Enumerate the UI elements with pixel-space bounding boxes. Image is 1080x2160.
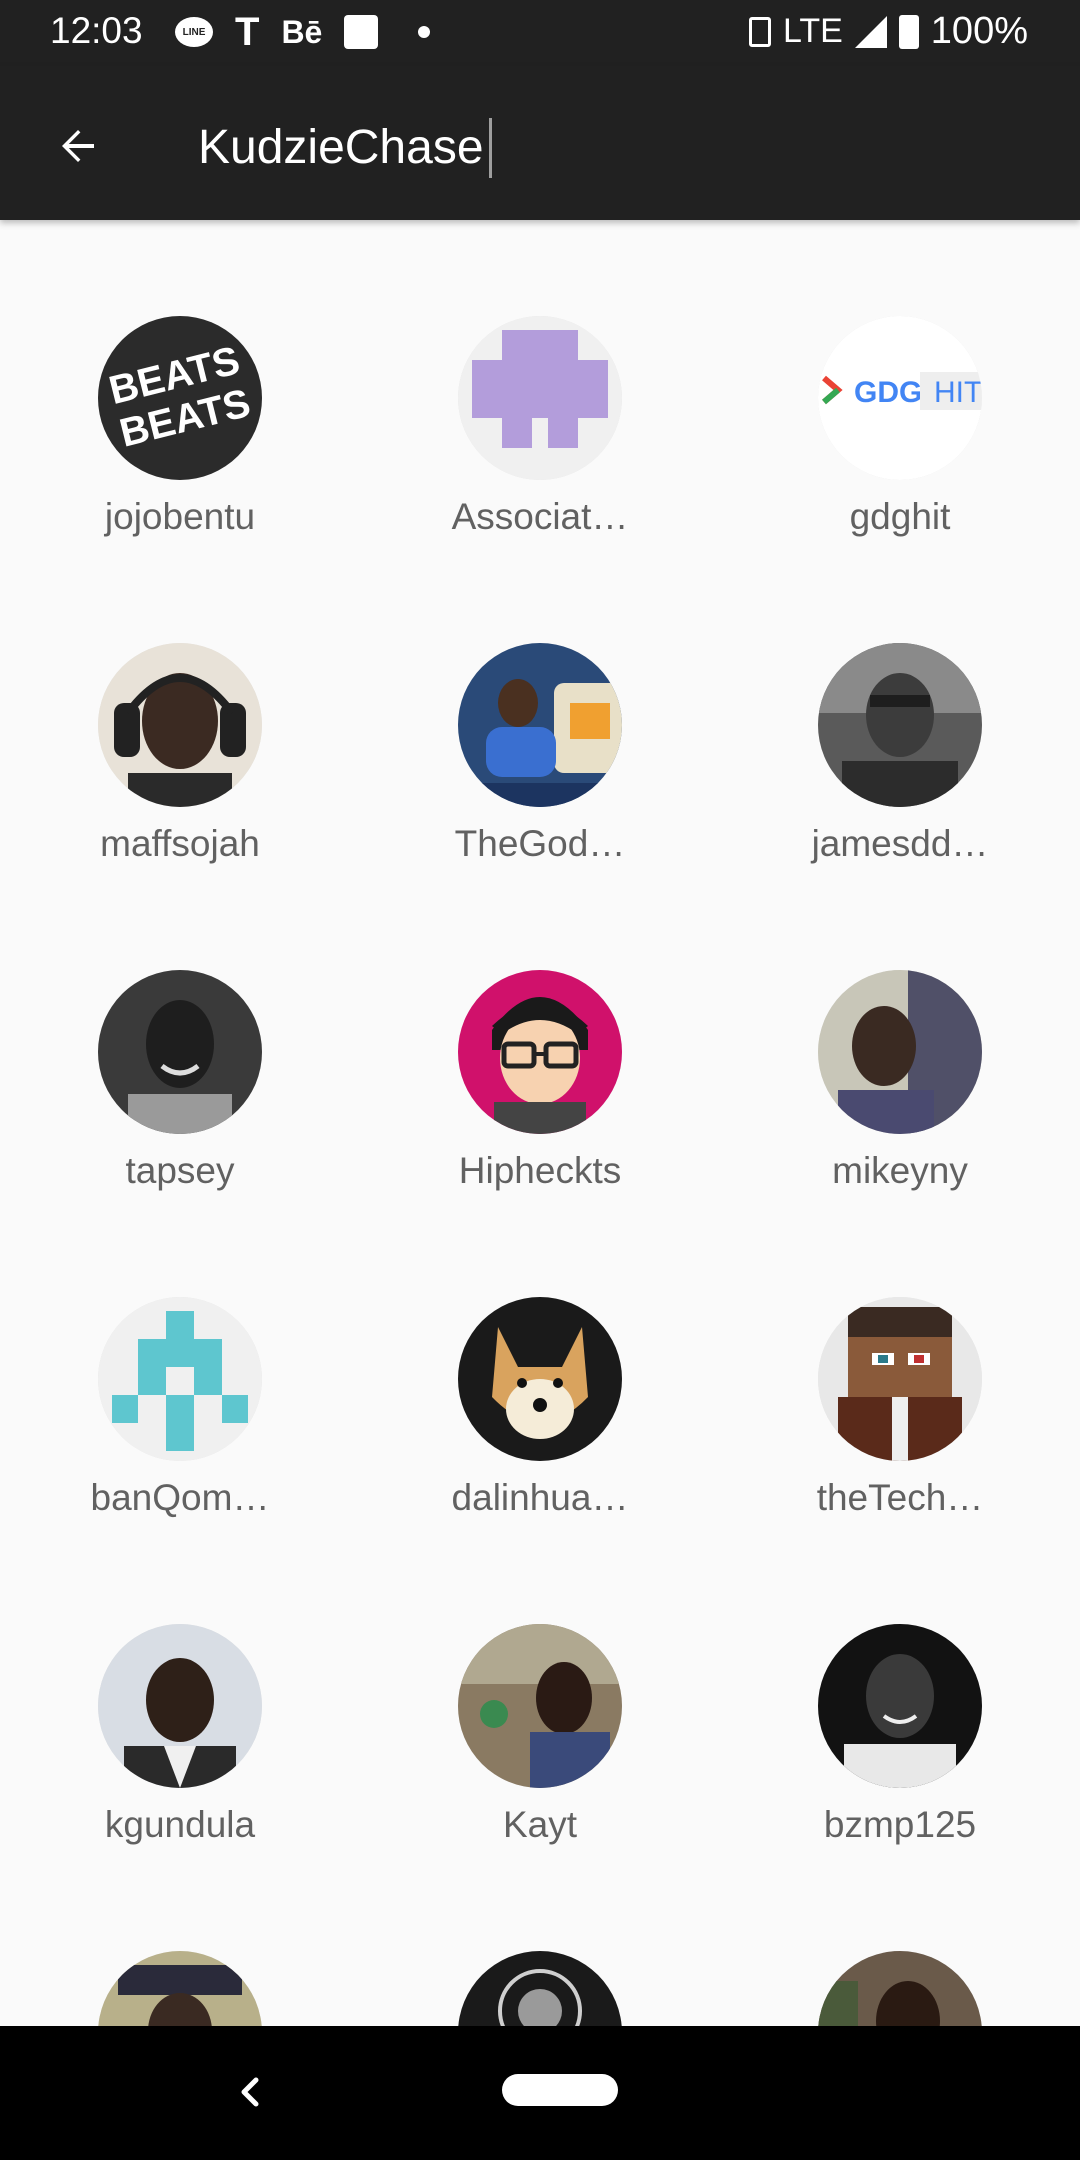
avatar [98, 1951, 262, 2026]
username: TheGod… [454, 823, 626, 864]
user-result[interactable]: banQom… [0, 1201, 360, 1528]
username: kgundula [104, 1804, 256, 1845]
nav-back-button[interactable] [220, 2062, 280, 2122]
hit-text: HIT [934, 376, 982, 409]
chevron-left-icon [241, 2077, 259, 2107]
battery-percent: 100% [930, 10, 1028, 52]
avatar [818, 643, 982, 807]
avatar [458, 643, 622, 807]
avatar: GDG HIT [818, 316, 982, 480]
avatar [818, 1624, 982, 1788]
user-result[interactable]: maffsojah [0, 547, 360, 874]
username: bzmp125 [823, 1804, 977, 1845]
username: dalinhua… [451, 1477, 629, 1518]
t-icon: T [235, 10, 260, 54]
user-result[interactable]: tapsey [0, 874, 360, 1201]
user-result[interactable]: bzmp125 [720, 1528, 1080, 1855]
user-result[interactable]: GDG HIT gdghit [720, 220, 1080, 547]
back-button[interactable] [40, 108, 116, 184]
avatar [458, 1951, 622, 2026]
vibrate-icon [748, 16, 771, 47]
username: theTech… [816, 1477, 984, 1518]
user-result[interactable]: BEATS BEATS jojobentu [0, 220, 360, 547]
user-result[interactable] [360, 1855, 720, 2026]
username: Hipheckts [458, 1150, 622, 1191]
text-caret [489, 118, 492, 178]
user-result[interactable]: Associat… [360, 220, 720, 547]
search-toolbar [0, 66, 1080, 220]
username: Kayt [502, 1804, 578, 1845]
user-result[interactable]: dalinhua… [360, 1201, 720, 1528]
user-results-grid: BEATS BEATS jojobentu Associat… GDG HIT … [0, 220, 1080, 2026]
user-result[interactable] [720, 1855, 1080, 2026]
user-result[interactable]: theTech… [720, 1201, 1080, 1528]
avatar [98, 1624, 262, 1788]
avatar [818, 1951, 982, 2026]
username: banQom… [90, 1477, 270, 1518]
user-result[interactable] [0, 1855, 360, 2026]
username: jamesdd… [811, 823, 989, 864]
avatar: BEATS BEATS [98, 316, 262, 480]
line-icon: LINE [175, 17, 213, 47]
dot-icon [418, 26, 431, 38]
gdg-text: GDG [854, 376, 922, 409]
status-bar: 12:03 LINE T Bē LTE 100% [0, 0, 1080, 66]
search-input[interactable] [198, 111, 1018, 183]
avatar [98, 1297, 262, 1461]
status-time: 12:03 [50, 10, 143, 51]
user-result[interactable]: TheGod… [360, 547, 720, 874]
user-result[interactable]: kgundula [0, 1528, 360, 1855]
signal-icon [854, 15, 887, 48]
avatar [98, 643, 262, 807]
arrow-left-icon [62, 130, 94, 162]
username: gdghit [849, 496, 951, 537]
username: Associat… [451, 496, 629, 537]
user-result[interactable]: Kayt [360, 1528, 720, 1855]
avatar [458, 1297, 622, 1461]
username: mikeyny [832, 1150, 968, 1191]
username: jojobentu [104, 496, 256, 537]
avatar [98, 970, 262, 1134]
battery-icon [898, 14, 919, 49]
home-pill-button[interactable] [502, 2074, 618, 2106]
user-result[interactable]: Hipheckts [360, 874, 720, 1201]
user-result[interactable]: mikeyny [720, 874, 1080, 1201]
avatar [818, 970, 982, 1134]
avatar [818, 1297, 982, 1461]
square-icon [344, 15, 379, 49]
avatar [458, 970, 622, 1134]
username: maffsojah [100, 823, 260, 864]
status-right: LTE 100% [748, 10, 1028, 53]
username: tapsey [125, 1150, 235, 1191]
user-result[interactable]: jamesdd… [720, 547, 1080, 874]
avatar [458, 316, 622, 480]
behance-icon: Bē [281, 13, 323, 50]
notification-icons: LINE T Bē [175, 10, 431, 54]
avatar [458, 1624, 622, 1788]
network-label: LTE [782, 12, 843, 50]
navigation-bar [0, 2026, 1080, 2160]
